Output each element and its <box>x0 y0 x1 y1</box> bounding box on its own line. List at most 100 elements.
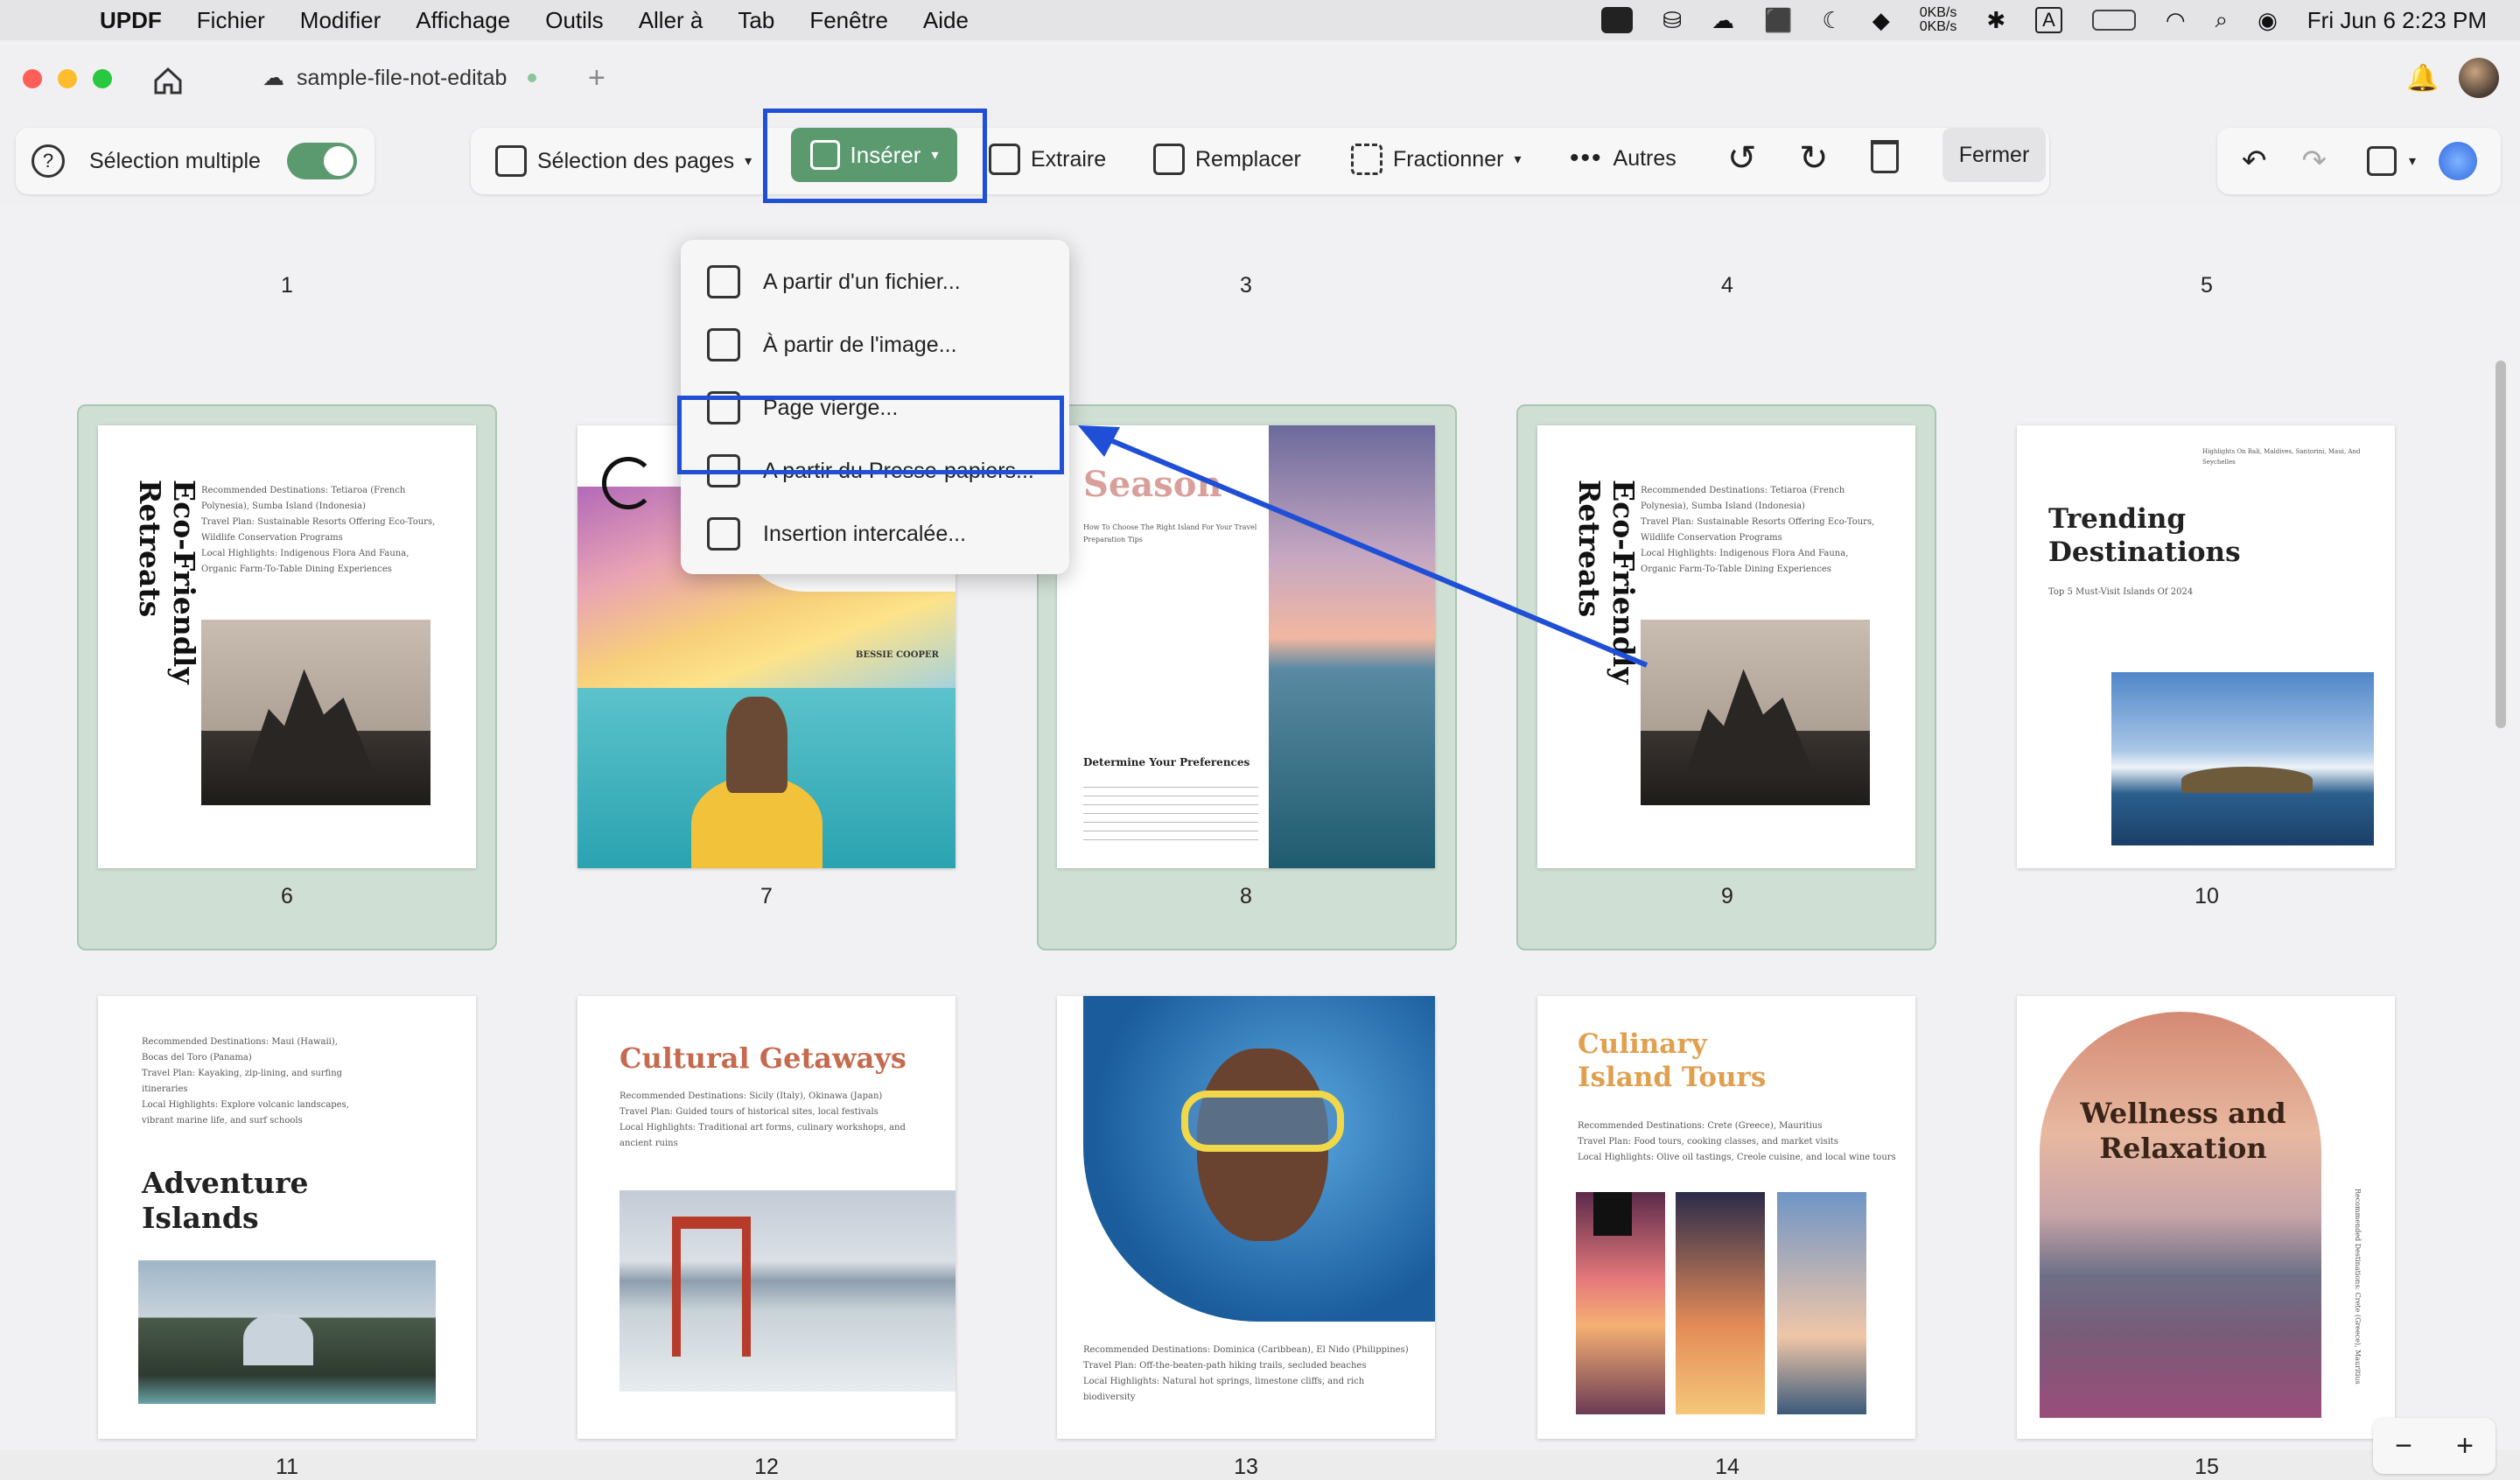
replace-label: Remplacer <box>1195 146 1301 172</box>
bluetooth-icon[interactable]: ✱ <box>1986 7 2006 34</box>
black-box <box>1593 1192 1632 1236</box>
menu-app[interactable]: UPDF <box>100 7 162 34</box>
interleave-insert-item[interactable]: Insertion intercalée... <box>707 508 966 560</box>
updf-status-icon[interactable] <box>1601 7 1634 33</box>
cloud-tab-icon: ☁ <box>262 66 284 90</box>
vertical-scrollbar[interactable] <box>2496 361 2506 728</box>
menu-tab[interactable]: Tab <box>738 7 774 34</box>
rotate-left-icon[interactable]: ↺ <box>1727 138 1757 179</box>
multi-select-toggle[interactable] <box>286 143 357 179</box>
page-13-photo <box>1083 996 1435 1322</box>
save-icon[interactable] <box>2367 146 2397 176</box>
drive-icon[interactable]: ⛁ <box>1662 7 1682 34</box>
clipboard-highlight-box <box>677 396 1064 474</box>
page-10-title: Trending Destinations <box>2048 503 2241 568</box>
control-center-icon[interactable]: ◉ <box>2258 7 2278 34</box>
page-thumbnail-15[interactable]: Wellness and Relaxation Recommended Dest… <box>2017 996 2395 1439</box>
app-window: ☁ sample-file-not-editab + 🔔 ? Sélection… <box>0 40 2520 1479</box>
page-thumbnail-8[interactable]: Season How To Choose The Right Island Fo… <box>1057 425 1435 868</box>
replace-button[interactable]: Remplacer <box>1153 144 1301 175</box>
minimize-window-icon[interactable] <box>58 69 77 88</box>
insert-from-file-item[interactable]: A partir d'un fichier... <box>707 256 961 308</box>
wifi-icon[interactable]: ◠ <box>2166 7 2186 34</box>
page-15-title: Wellness and Relaxation <box>2080 1097 2286 1165</box>
cat-icon[interactable]: ◆ <box>1872 7 1890 34</box>
page-thumbnail-9[interactable]: Eco-Friendly Retreats Recommended Destin… <box>1537 425 1915 868</box>
menu-fenetre[interactable]: Fenêtre <box>809 7 888 34</box>
page-10-photo <box>2111 672 2374 845</box>
menu-aide[interactable]: Aide <box>923 7 969 34</box>
trash-icon[interactable] <box>1871 140 1899 173</box>
menu-modifier[interactable]: Modifier <box>300 7 381 34</box>
page-number: 7 <box>760 884 773 908</box>
insert-highlight-box <box>763 109 987 203</box>
new-tab-button[interactable]: + <box>588 61 606 95</box>
help-icon[interactable]: ? <box>32 144 65 178</box>
page-thumbnail-13[interactable]: Recommended Destinations: Dominica (Cari… <box>1057 996 1435 1439</box>
zoom-out-button[interactable]: − <box>2395 1429 2412 1463</box>
battery-icon[interactable] <box>2091 10 2136 31</box>
close-window-icon[interactable] <box>23 69 42 88</box>
split-button[interactable]: Fractionner ▾ <box>1351 144 1521 175</box>
page-number: 9 <box>1721 884 1733 908</box>
page-grid: 1 3 4 5 Eco-Friendly Retreats Recommende… <box>0 205 2520 1479</box>
undo-icon[interactable]: ↶ <box>2242 144 2267 179</box>
page-11-text: Recommended Destinations: Maui (Hawaii),… <box>142 1037 349 1126</box>
page-thumbnail-14[interactable]: Culinary Island Tours Recommended Destin… <box>1537 996 1915 1439</box>
multi-select-group: ? Sélection multiple <box>16 128 374 194</box>
bell-icon[interactable]: 🔔 <box>2406 63 2439 94</box>
image-icon <box>707 328 740 361</box>
menu-aller[interactable]: Aller à <box>639 7 704 34</box>
spotlight-icon[interactable]: ⌕ <box>2216 6 2229 34</box>
interleave-icon <box>707 517 740 551</box>
moon-icon[interactable]: ☾ <box>1822 7 1842 34</box>
toolbar: ? Sélection multiple Sélection des pages… <box>0 117 2520 205</box>
menu-fichier[interactable]: Fichier <box>197 7 265 34</box>
net-down: 0KB/s <box>1919 19 1957 34</box>
page-number: 4 <box>1721 273 1733 298</box>
input-source-icon[interactable]: A <box>2035 7 2062 33</box>
arch-shape <box>243 1313 313 1365</box>
zoom-in-button[interactable]: + <box>2456 1429 2474 1463</box>
extract-button[interactable]: Extraire <box>989 144 1106 175</box>
page-14-photo-3 <box>1777 1192 1866 1414</box>
page-14-photo-2 <box>1676 1192 1765 1414</box>
close-button[interactable]: Fermer <box>1942 128 2046 182</box>
menu-outils[interactable]: Outils <box>545 7 603 34</box>
insert-from-image-label: À partir de l'image... <box>763 332 957 357</box>
home-icon[interactable] <box>150 63 186 98</box>
chevron-down-icon[interactable]: ▾ <box>2409 152 2416 170</box>
page-9-title: Eco-Friendly Retreats <box>1572 480 1641 684</box>
others-button[interactable]: ••• Autres <box>1570 144 1676 173</box>
rotate-right-icon[interactable]: ↻ <box>1799 138 1829 179</box>
app-status-icon[interactable]: ⬛ <box>1764 7 1792 34</box>
document-tab[interactable]: ☁ sample-file-not-editab <box>262 65 537 91</box>
page-number: 10 <box>2194 884 2219 908</box>
select-pages-button[interactable]: Sélection des pages ▾ <box>495 145 752 177</box>
extract-label: Extraire <box>1031 146 1107 172</box>
insert-from-image-item[interactable]: À partir de l'image... <box>707 319 957 371</box>
page-11-title: Adventure Islands <box>142 1166 309 1235</box>
title-bar: ☁ sample-file-not-editab + 🔔 <box>0 40 2520 117</box>
page-thumbnail-6[interactable]: Eco-Friendly Retreats Recommended Destin… <box>98 425 476 868</box>
page-thumbnail-10[interactable]: Highlights On Bali, Maldives, Santorini,… <box>2017 425 2395 868</box>
replace-icon <box>1153 144 1185 175</box>
person-shape <box>726 697 788 793</box>
page-11-photo <box>138 1260 436 1404</box>
cloud-icon[interactable]: ☁ <box>1712 7 1734 34</box>
zoom-window-icon[interactable] <box>93 69 112 88</box>
sync-dot <box>528 74 537 82</box>
page-thumbnail-11[interactable]: Recommended Destinations: Maui (Hawaii),… <box>98 996 476 1439</box>
others-label: Autres <box>1613 145 1676 171</box>
ai-assistant-icon[interactable] <box>2439 142 2478 180</box>
history-group: ↶ ↷ ▾ <box>2217 128 2501 194</box>
avatar[interactable] <box>2459 58 2499 98</box>
clock[interactable]: Fri Jun 6 2:23 PM <box>2307 7 2487 34</box>
page-12-text: Recommended Destinations: Sicily (Italy)… <box>620 1091 906 1148</box>
rock-shape <box>245 669 376 777</box>
menu-affichage[interactable]: Affichage <box>416 7 510 34</box>
redo-icon[interactable]: ↷ <box>2302 144 2328 179</box>
page-13-text: Recommended Destinations: Dominica (Cari… <box>1083 1345 1409 1402</box>
rock-shape <box>1684 669 1816 777</box>
page-thumbnail-12[interactable]: Cultural Getaways Recommended Destinatio… <box>578 996 956 1439</box>
